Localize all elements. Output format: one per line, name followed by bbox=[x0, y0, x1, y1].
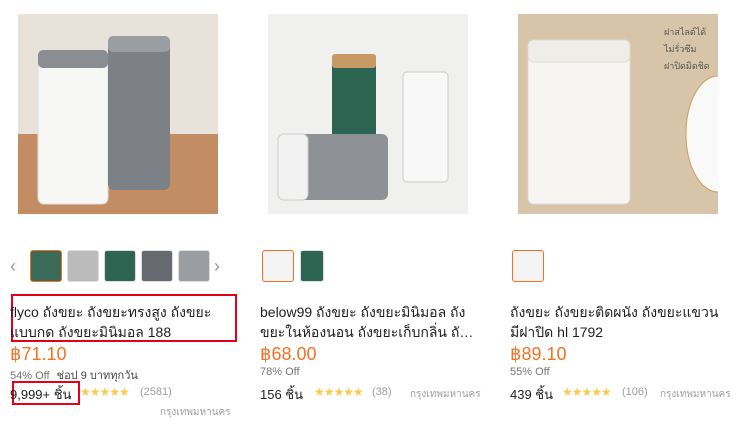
product-price: ฿68.00 bbox=[260, 344, 317, 364]
thumbnail-1[interactable] bbox=[512, 250, 544, 282]
rating-stars: ★★★★★ bbox=[314, 385, 364, 399]
thumbnail-3[interactable] bbox=[104, 250, 136, 282]
product-card-2[interactable]: below99 ถังขยะ ถังขยะมินิมอล ถังขยะในห้อ… bbox=[258, 0, 494, 428]
sold-count: 9,999+ ชิ้น bbox=[10, 387, 72, 402]
sold-count: 156 ชิ้น bbox=[260, 387, 304, 402]
photo-caption: ฝาสไลด์ได้ ไม่รั่วซึม ฝาปิดมิดชิด bbox=[664, 27, 710, 71]
review-count: (106) bbox=[622, 386, 648, 398]
thumbnail-2[interactable] bbox=[67, 250, 99, 282]
thumbnail-strip bbox=[508, 250, 744, 284]
product-card-3[interactable]: ฝาสไลด์ได้ ไม่รั่วซึม ฝาปิดมิดชิด ถังขยะ… bbox=[508, 0, 744, 428]
product-image-2[interactable] bbox=[268, 14, 468, 214]
product-image-3[interactable]: ฝาสไลด์ได้ ไม่รั่วซึม ฝาปิดมิดชิด bbox=[518, 14, 718, 214]
thumbnail-5[interactable] bbox=[178, 250, 210, 282]
product-price: ฿71.10 bbox=[10, 344, 67, 364]
product-price: ฿89.10 bbox=[510, 344, 567, 364]
product-title[interactable]: ถังขยะ ถังขยะติดผนัง ถังขยะแขวน มีฝาปิด … bbox=[510, 302, 730, 342]
discount-label: 55% Off bbox=[510, 366, 550, 378]
product-card-1[interactable]: ‹ › flyco ถังขยะ ถังขยะทรงสูง ถังขยะแบบก… bbox=[8, 0, 244, 428]
thumbnail-1[interactable] bbox=[30, 250, 62, 282]
thumbnail-2[interactable] bbox=[300, 250, 324, 282]
thumbnail-1[interactable] bbox=[262, 250, 294, 282]
rating-stars: ★★★★★ bbox=[80, 385, 130, 399]
review-count: (38) bbox=[372, 386, 392, 398]
location: กรุงเทพมหานคร bbox=[660, 389, 731, 400]
sold-count: 439 ชิ้น bbox=[510, 387, 554, 402]
location: กรุงเทพมหานคร bbox=[410, 389, 481, 400]
rating-stars: ★★★★★ bbox=[562, 385, 612, 399]
product-image-1[interactable] bbox=[18, 14, 218, 214]
chevron-left-icon[interactable]: ‹ bbox=[10, 256, 16, 277]
thumbnail-strip bbox=[258, 250, 494, 284]
thumbnail-strip: ‹ › bbox=[8, 250, 244, 284]
review-count: (2581) bbox=[140, 386, 172, 398]
thumbnail-4[interactable] bbox=[141, 250, 173, 282]
discount-label: 78% Off bbox=[260, 366, 300, 378]
chevron-right-icon[interactable]: › bbox=[214, 256, 220, 277]
product-title[interactable]: flyco ถังขยะ ถังขยะทรงสูง ถังขยะแบบกด ถั… bbox=[10, 302, 230, 342]
product-title[interactable]: below99 ถังขยะ ถังขยะมินิมอล ถังขยะในห้อ… bbox=[260, 302, 480, 342]
location: กรุงเทพมหานคร bbox=[160, 407, 231, 418]
